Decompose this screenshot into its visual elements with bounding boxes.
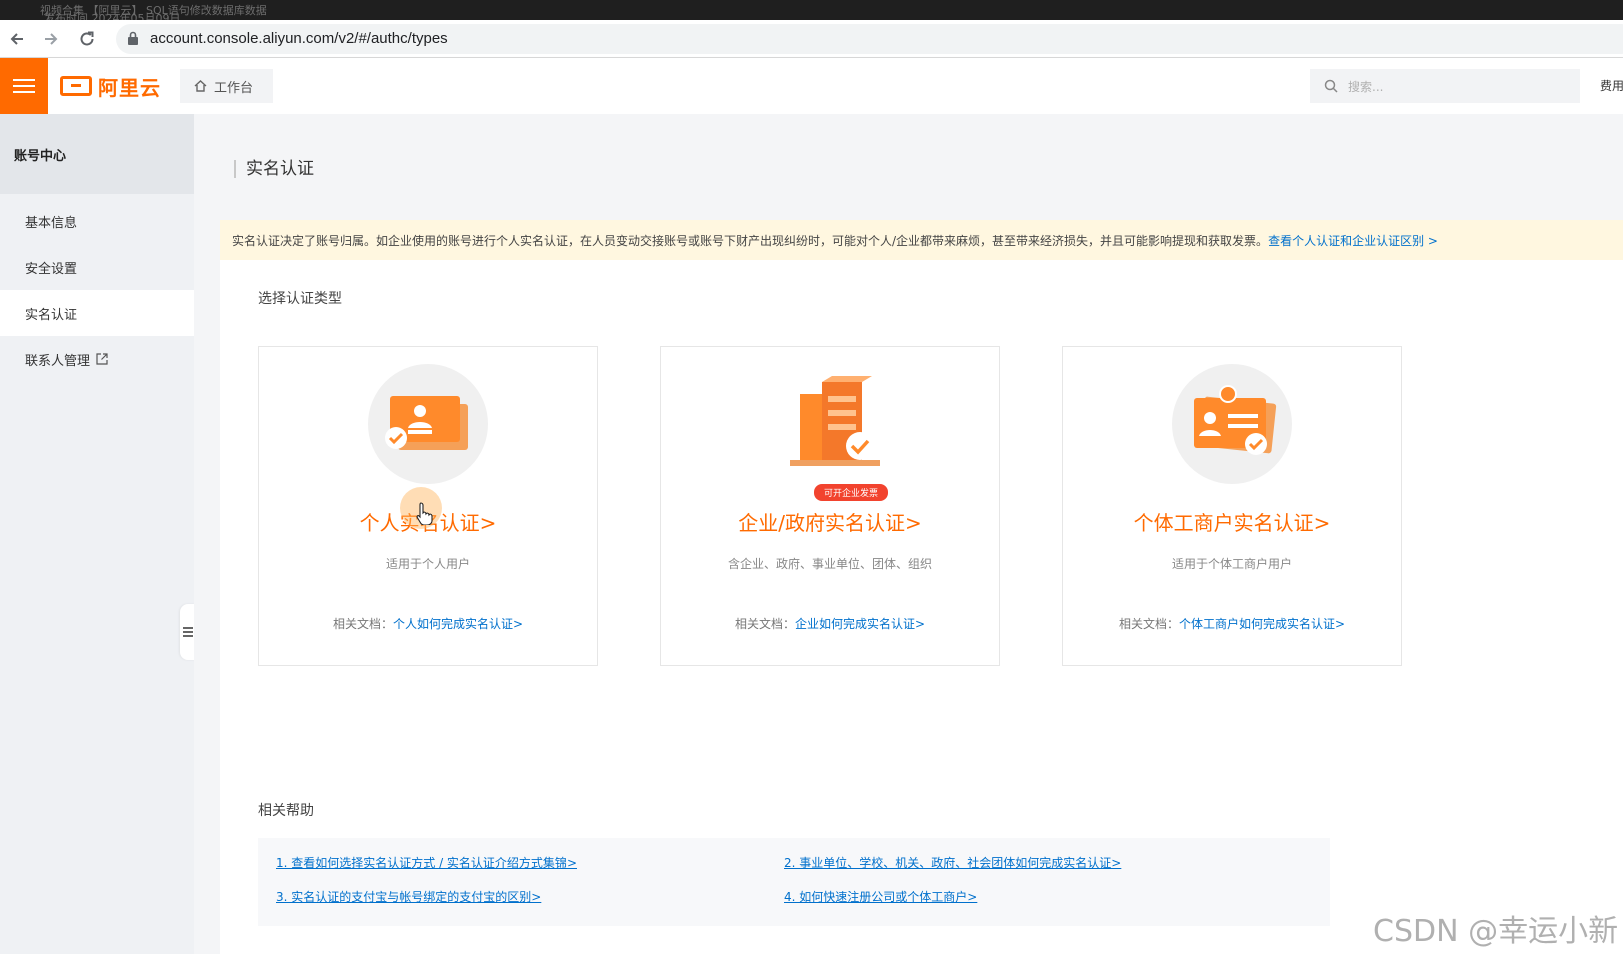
sidebar-item-real-name-auth[interactable]: 实名认证 [0,290,194,336]
workbench-label: 工作台 [214,80,254,96]
help-link-2[interactable]: 2. 事业单位、学校、机关、政府、社会团体如何完成实名认证> [784,854,1121,871]
forward-button[interactable] [38,26,64,52]
reload-button[interactable] [74,26,100,52]
personal-id-card-icon [368,364,488,484]
aliyun-logo[interactable]: 阿里云 [60,73,161,100]
sidebar: 账号中心 基本信息 安全设置 实名认证 联系人管理 [0,114,194,954]
external-link-icon [96,353,108,365]
main-content: 实名认证 实名认证决定了账号归属。如企业使用的账号进行个人实名认证，在人员变动交… [194,114,1623,954]
lock-icon [128,31,138,45]
individual-business-doc-link[interactable]: 个体工商户如何完成实名认证> [1179,617,1345,631]
hamburger-menu-button[interactable] [0,58,48,114]
sidebar-item-label: 基本信息 [25,215,78,231]
sidebar-item-basic-info[interactable]: 基本信息 [0,198,194,244]
notice-compare-link[interactable]: 查看个人认证和企业认证区别 > [1268,232,1438,249]
back-button[interactable] [4,26,30,52]
personal-auth-doc: 相关文档：个人如何完成实名认证> [259,615,597,632]
help-link-1[interactable]: 1. 查看如何选择实名认证方式 / 实名认证介绍方式集锦> [276,854,577,871]
business-badge-icon [1172,364,1292,484]
workbench-button[interactable]: 工作台 [180,69,273,103]
csdn-watermark: CSDN @幸运小新 [1373,914,1619,949]
personal-doc-link[interactable]: 个人如何完成实名认证> [393,617,523,631]
sidebar-item-security[interactable]: 安全设置 [0,244,194,290]
individual-business-auth-desc: 适用于个体工商户用户 [1171,557,1292,571]
enterprise-building-icon [770,364,890,484]
sidebar-item-label: 联系人管理 [25,353,91,369]
forward-arrow-icon [45,33,58,45]
individual-business-auth-doc: 相关文档：个体工商户如何完成实名认证> [1063,615,1401,632]
billing-link[interactable]: 费用 [1600,77,1623,94]
sidebar-item-label: 安全设置 [25,261,78,277]
auth-types-panel: 实名认证决定了账号归属。如企业使用的账号进行个人实名认证，在人员变动交接账号或账… [220,220,1623,954]
help-link-4[interactable]: 4. 如何快速注册公司或个体工商户> [784,888,977,905]
personal-auth-card[interactable]: 个人实名认证> 适用于个人用户 相关文档：个人如何完成实名认证> [258,346,598,666]
individual-business-auth-card[interactable]: 个体工商户实名认证> 适用于个体工商户用户 相关文档：个体工商户如何完成实名认证… [1062,346,1402,666]
doc-label: 相关文档： [734,617,795,631]
search-icon [1324,79,1338,93]
aliyun-logo-icon [60,76,92,96]
notice-banner: 实名认证决定了账号归属。如企业使用的账号进行个人实名认证，在人员变动交接账号或账… [220,220,1623,260]
video-title-line2: 发布时间 2024年05月09日 [44,12,181,20]
home-icon [194,80,207,92]
personal-auth-desc: 适用于个人用户 [385,557,470,571]
collapse-icon [183,627,193,637]
doc-label: 相关文档： [1118,617,1179,631]
doc-label: 相关文档： [332,617,393,631]
enterprise-auth-title[interactable]: 企业/政府实名认证> [661,507,999,536]
url-text: account.console.aliyun.com/v2/#/authc/ty… [150,30,448,47]
related-help-label: 相关帮助 [258,803,314,819]
address-bar[interactable]: account.console.aliyun.com/v2/#/authc/ty… [116,24,1623,54]
search-placeholder: 搜索... [1348,79,1384,94]
enterprise-doc-link[interactable]: 企业如何完成实名认证> [795,617,925,631]
hand-cursor-icon [416,502,433,525]
individual-business-auth-title[interactable]: 个体工商户实名认证> [1063,507,1401,536]
console-header: 阿里云 工作台 搜索... 费用 [0,58,1623,114]
choose-type-label: 选择认证类型 [258,291,342,307]
enterprise-invoice-badge: 可开企业发票 [814,484,889,501]
help-link-3[interactable]: 3. 实名认证的支付宝与帐号绑定的支付宝的区别> [276,888,541,905]
video-title-strip: 视频合集 【阿里云】 SQL语句修改数据库数据 发布时间 2024年05月09日 [0,0,1623,20]
sidebar-item-contacts[interactable]: 联系人管理 [0,336,194,382]
browser-toolbar: account.console.aliyun.com/v2/#/authc/ty… [0,20,1623,58]
related-help-box: 1. 查看如何选择实名认证方式 / 实名认证介绍方式集锦> 2. 事业单位、学校… [258,838,1330,926]
logo-text: 阿里云 [98,75,161,100]
page-title: 实名认证 [234,160,314,178]
hamburger-icon [13,79,35,81]
enterprise-auth-desc: 含企业、政府、事业单位、团体、组织 [727,557,932,571]
reload-icon [80,31,94,46]
sidebar-title: 账号中心 [0,114,194,194]
sidebar-item-label: 实名认证 [25,307,78,323]
search-input[interactable]: 搜索... [1310,69,1580,103]
notice-text: 实名认证决定了账号归属。如企业使用的账号进行个人实名认证，在人员变动交接账号或账… [232,233,1269,248]
back-arrow-icon [10,33,23,45]
enterprise-auth-card[interactable]: 可开企业发票 企业/政府实名认证> 含企业、政府、事业单位、团体、组织 相关文档… [660,346,1000,666]
enterprise-auth-doc: 相关文档：企业如何完成实名认证> [661,615,999,632]
